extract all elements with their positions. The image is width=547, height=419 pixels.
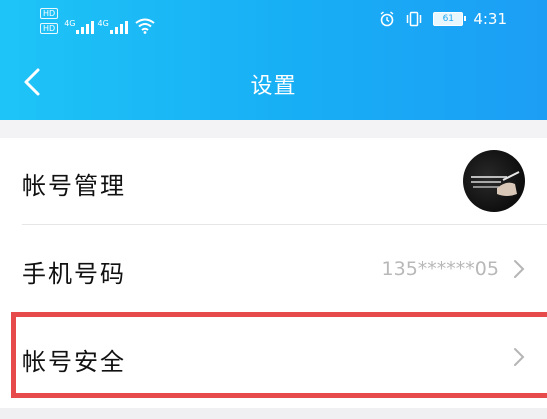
avatar[interactable]: [463, 150, 525, 212]
status-time: 4:31: [473, 10, 507, 28]
wifi-icon: [135, 18, 155, 34]
hd-badges: HD HD: [40, 8, 59, 34]
hd-badge-1: HD: [40, 8, 59, 19]
network-label-1: 4G: [64, 19, 76, 28]
status-bar-right: 61 4:31: [379, 10, 507, 28]
header: HD HD 4G 4G 61 4:31 设置: [0, 0, 547, 120]
page-title: 设置: [250, 74, 297, 99]
bottom-strip: [0, 408, 547, 419]
settings-row-phone-number[interactable]: 手机号码 135******05: [0, 226, 547, 312]
avatar-image-icon: [471, 171, 520, 196]
status-bar: HD HD 4G 4G 61 4:31: [0, 0, 547, 44]
divider: [22, 312, 547, 313]
settings-row-account-security[interactable]: 帐号安全: [0, 314, 547, 400]
vibrate-icon: [407, 11, 422, 27]
row-label-account-security: 帐号安全: [22, 348, 126, 376]
hd-badge-2: HD: [40, 23, 59, 34]
signal-bars-icon: [76, 20, 95, 34]
signal-icons: 4G 4G: [64, 14, 155, 34]
row-label-phone-number: 手机号码: [22, 260, 126, 288]
nav-bar: 设置: [0, 54, 547, 110]
battery-icon: 61: [433, 12, 467, 26]
signal-group-1: 4G: [64, 19, 95, 34]
chevron-right-icon: [514, 348, 525, 366]
settings-row-account-management[interactable]: 帐号管理: [0, 138, 547, 224]
chevron-right-icon: [514, 260, 525, 278]
settings-list: 帐号管理 手机号码 135******05 帐号安全: [0, 138, 547, 408]
alarm-icon: [380, 11, 394, 27]
network-label-2: 4G: [97, 19, 109, 28]
phone-number-value: 135******05: [381, 258, 499, 280]
signal-group-2: 4G: [97, 19, 128, 34]
row-label-account-management: 帐号管理: [22, 172, 126, 200]
signal-bars-icon: [109, 20, 128, 34]
status-bar-left: HD HD 4G 4G: [40, 8, 155, 34]
divider: [22, 224, 547, 225]
